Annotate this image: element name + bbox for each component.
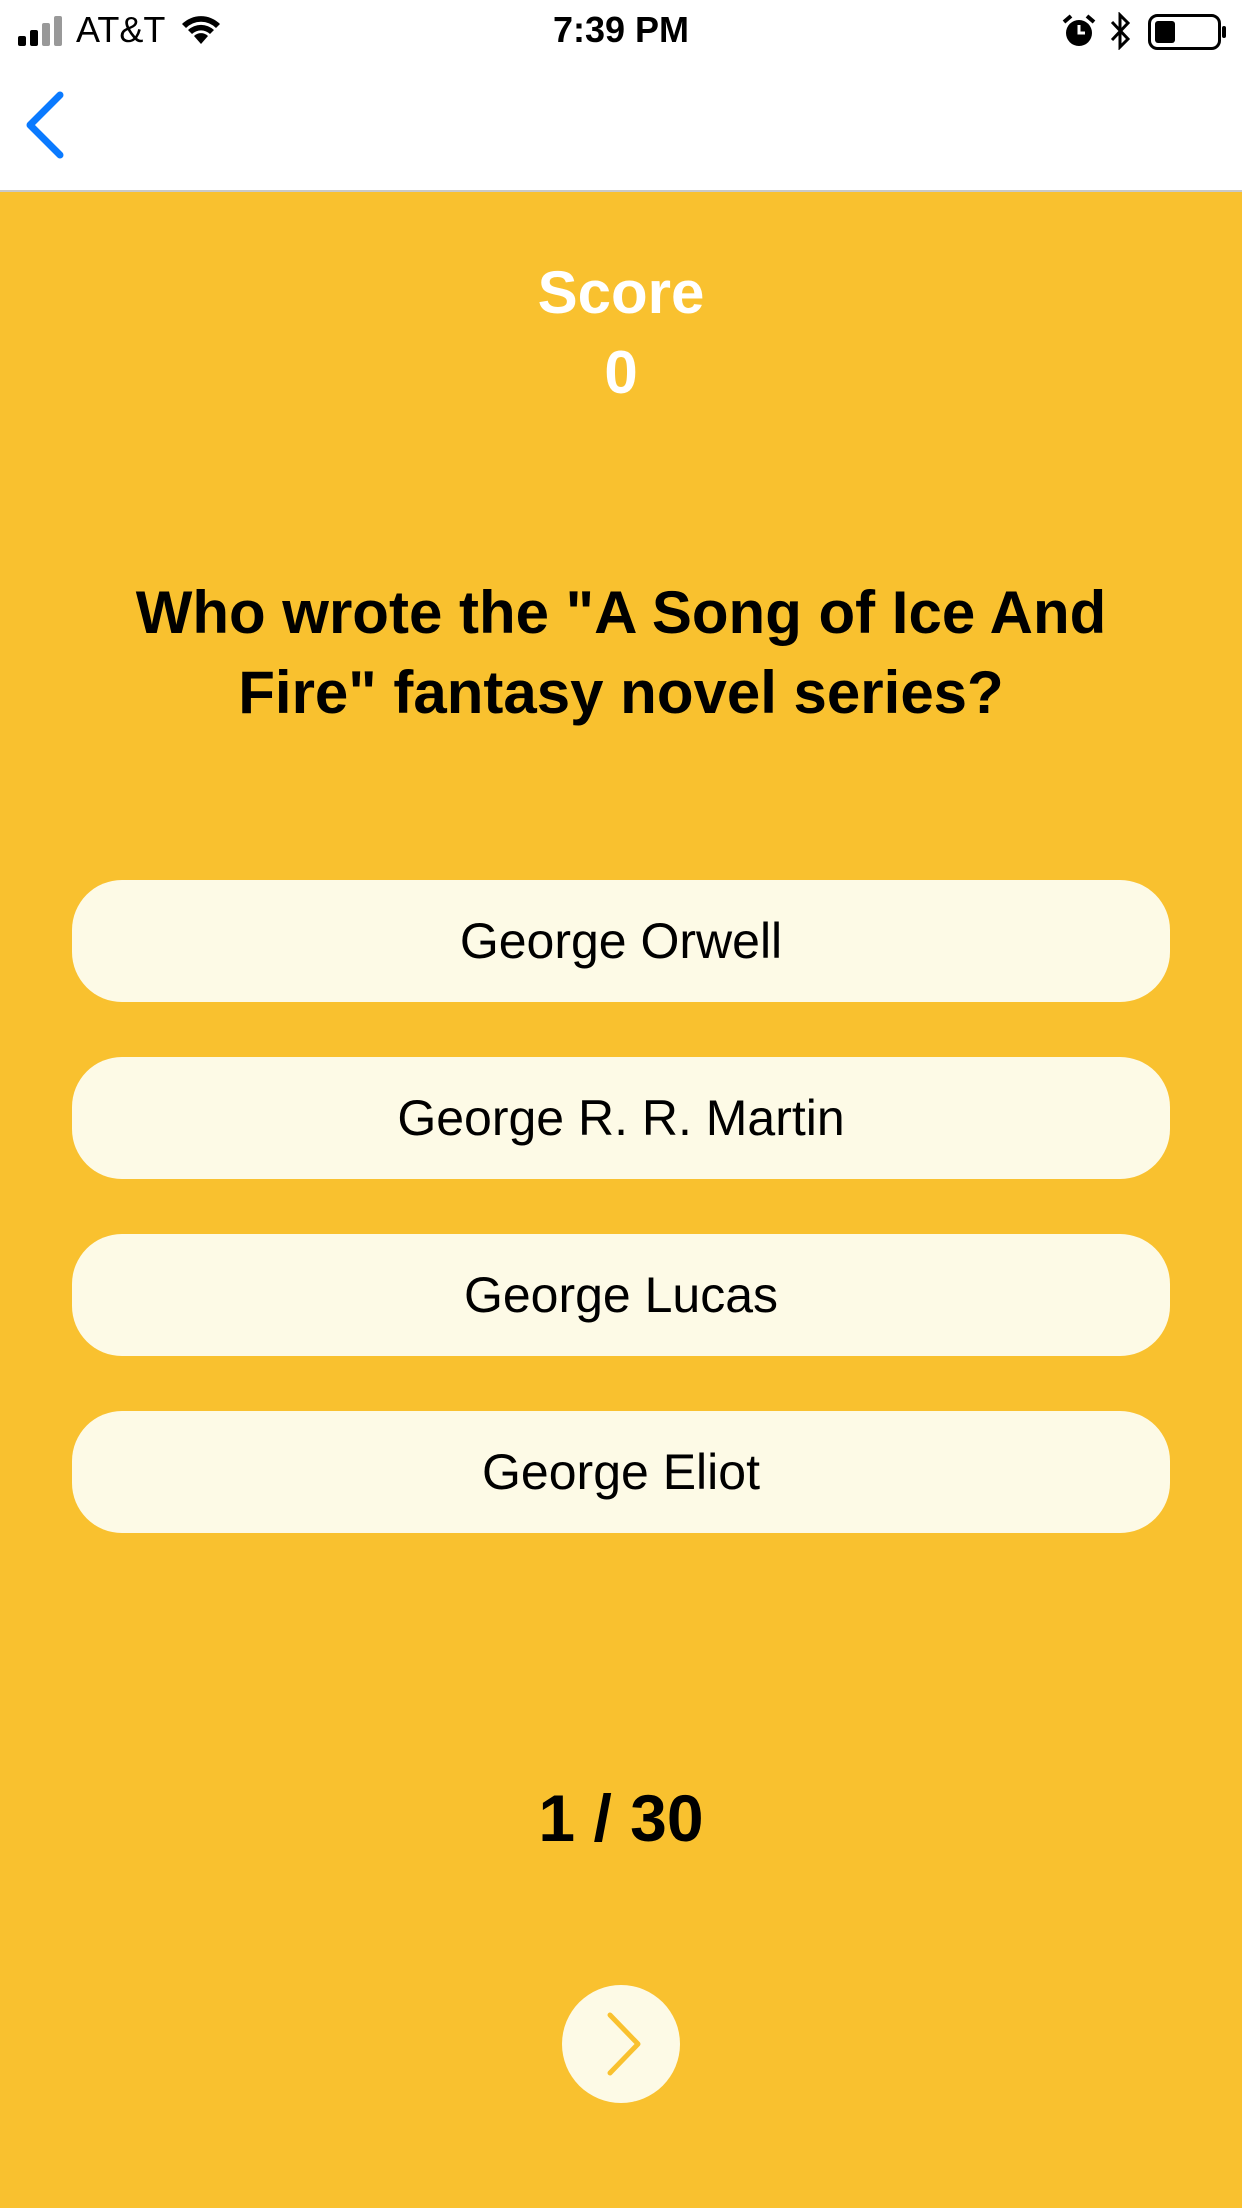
battery-icon [1148,14,1226,50]
navigation-bar [0,60,1242,192]
answer-button-1[interactable]: George Orwell [72,880,1170,1002]
status-bar: AT&T 7:39 PM [0,0,1242,60]
next-button[interactable] [562,1985,680,2103]
score-value: 0 [604,339,638,406]
chevron-right-icon [607,2012,641,2076]
status-time: 7:39 PM [552,9,690,50]
answer-button-4[interactable]: George Eliot [72,1411,1170,1533]
bluetooth-icon [1110,12,1131,50]
answer-button-2[interactable]: George R. R. Martin [72,1057,1170,1179]
question-text: Who wrote the "A Song of Ice And Fire" f… [135,579,1107,726]
score-label: Score [537,259,705,326]
alarm-icon [1062,14,1096,46]
quiz-screen: AT&T 7:39 PM Score 0 Who wrote the "A So… [0,0,1242,2208]
question-progress: 1 / 30 [538,1781,704,1855]
back-button[interactable] [18,90,78,160]
answer-button-3[interactable]: George Lucas [72,1234,1170,1356]
